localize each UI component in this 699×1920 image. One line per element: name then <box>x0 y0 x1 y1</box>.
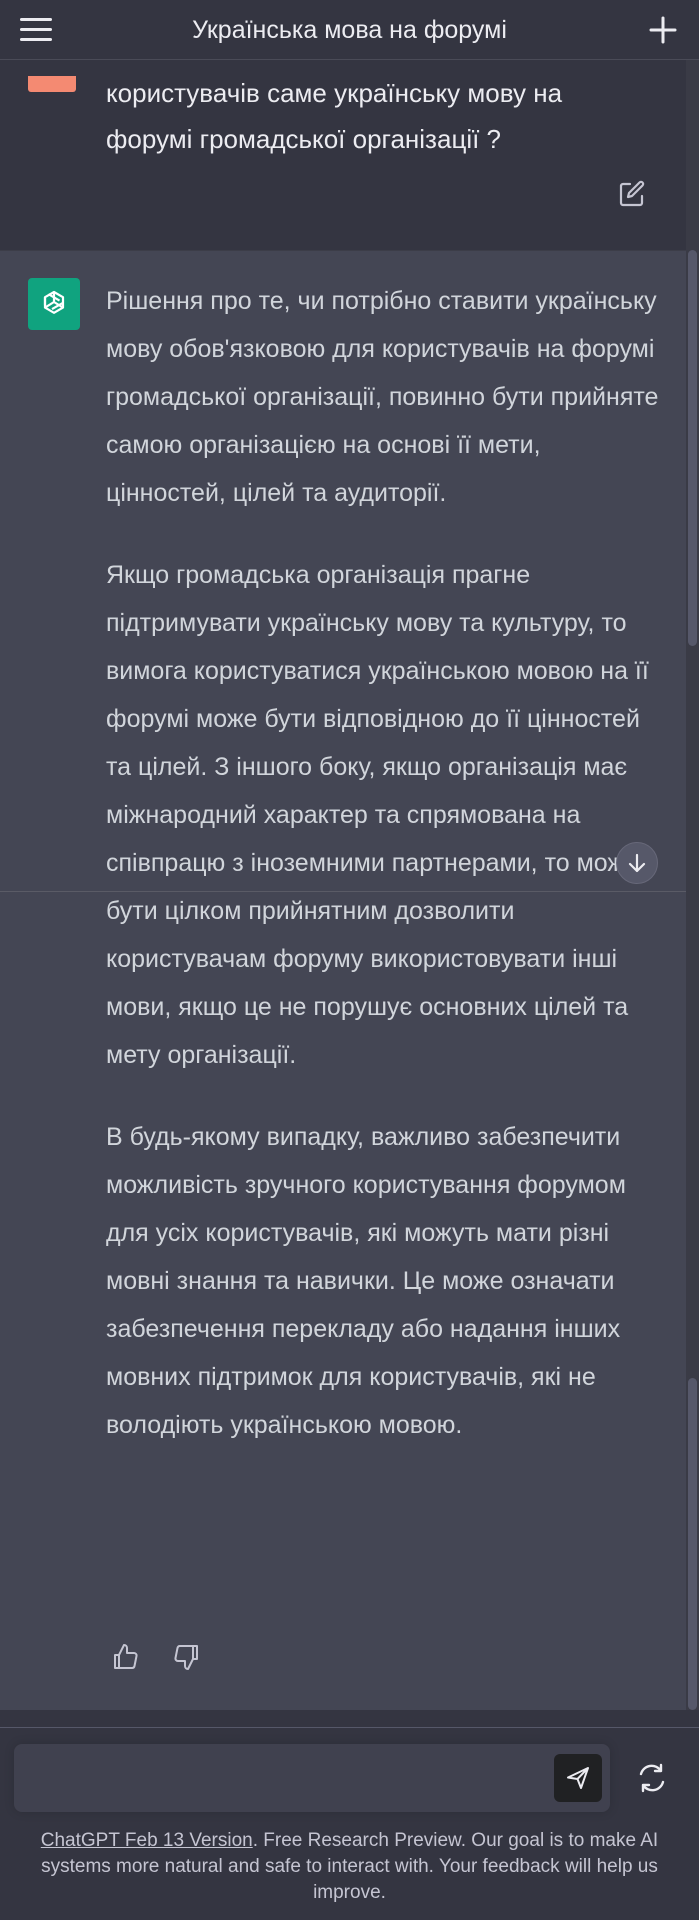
menu-line <box>20 18 52 21</box>
thumbs-down-button[interactable] <box>170 1641 202 1673</box>
arrow-down-icon <box>628 853 646 873</box>
chat-title: Українська мова на форумі <box>192 15 507 44</box>
send-button[interactable] <box>554 1754 602 1802</box>
user-message: користувачів саме українську мову на фор… <box>0 60 686 250</box>
menu-line <box>20 38 52 41</box>
message-input-box <box>14 1744 610 1812</box>
assistant-paragraph: В будь-якому випадку, важливо забезпечит… <box>106 1123 626 1439</box>
new-chat-button[interactable] <box>647 14 679 46</box>
user-message-text: користувачів саме українську мову на фор… <box>106 70 646 162</box>
scroll-to-bottom-button[interactable] <box>616 842 658 884</box>
user-avatar <box>28 76 76 92</box>
footer-disclaimer: ChatGPT Feb 13 Version. Free Research Pr… <box>20 1828 679 1906</box>
assistant-avatar <box>28 278 80 330</box>
thumbs-down-icon <box>174 1645 198 1670</box>
top-bar: Українська мова на форумі <box>0 0 699 60</box>
regenerate-button[interactable] <box>634 1760 670 1796</box>
thumbs-up-icon <box>114 1644 138 1669</box>
edit-message-button[interactable] <box>616 178 648 210</box>
message-input[interactable] <box>32 1744 552 1812</box>
assistant-message: Рішення про те, чи потрібно ставити укра… <box>0 250 686 1710</box>
assistant-message-text: Рішення про те, чи потрібно ставити укра… <box>106 277 666 1483</box>
feedback-buttons <box>110 1641 202 1673</box>
assistant-paragraph: Рішення про те, чи потрібно ставити укра… <box>106 287 659 507</box>
edit-icon <box>619 180 645 207</box>
openai-logo-icon <box>43 290 65 314</box>
assistant-paragraph: Якщо громадська організація прагне підтр… <box>106 561 649 1069</box>
menu-line <box>20 28 52 31</box>
paper-plane-icon <box>567 1767 589 1789</box>
version-link[interactable]: ChatGPT Feb 13 Version <box>41 1830 253 1851</box>
screenshot-seam <box>0 891 686 892</box>
menu-button[interactable] <box>18 14 54 46</box>
thumbs-up-button[interactable] <box>110 1641 142 1673</box>
composer-area: ChatGPT Feb 13 Version. Free Research Pr… <box>0 1710 699 1920</box>
refresh-icon <box>639 1763 665 1793</box>
user-message-line: форумі громадської організації ? <box>106 124 502 154</box>
plus-icon <box>649 16 677 44</box>
scrollbar-thumb[interactable] <box>688 250 697 646</box>
divider <box>0 1727 699 1728</box>
scrollbar-thumb[interactable] <box>688 1378 697 1710</box>
user-message-line: користувачів саме українську мову на <box>106 78 563 108</box>
